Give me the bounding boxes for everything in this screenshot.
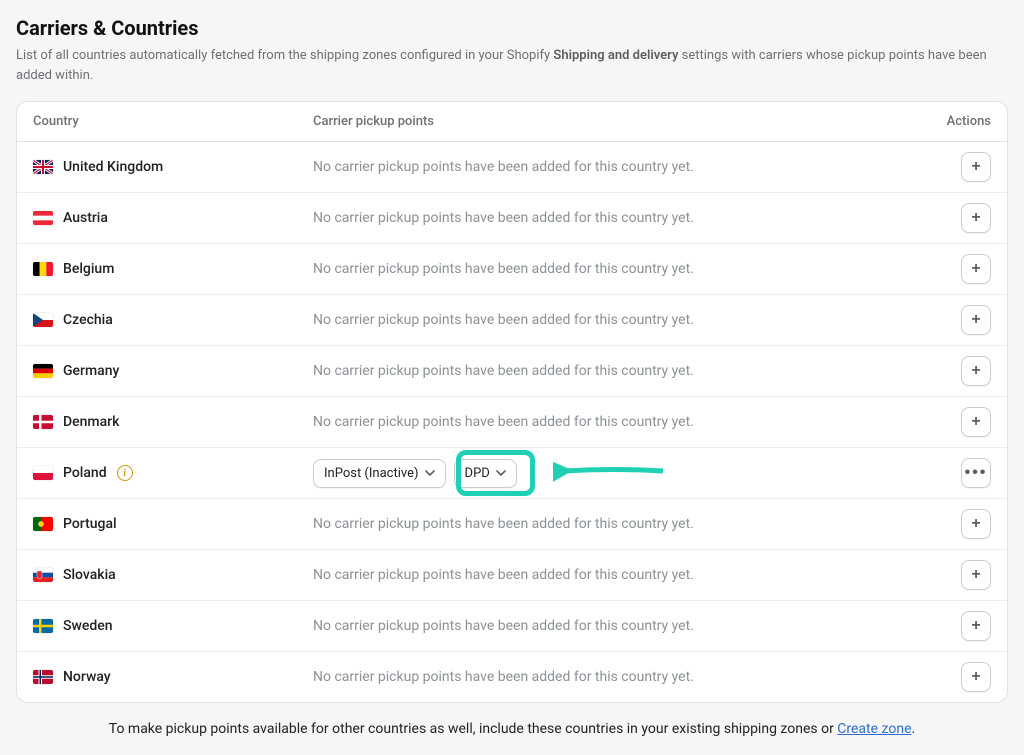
table-row: Sweden No carrier pickup points have bee… [17, 601, 1007, 652]
add-button[interactable]: + [961, 662, 991, 692]
flag-icon [33, 568, 53, 582]
desc-pre: List of all countries automatically fetc… [16, 48, 553, 63]
table-row: Austria No carrier pickup points have be… [17, 193, 1007, 244]
annotation-arrow [553, 456, 673, 490]
country-name: Norway [63, 669, 111, 685]
info-icon[interactable]: i [117, 465, 133, 481]
page-description: List of all countries automatically fetc… [16, 46, 996, 85]
country-cell-pl: Poland i [33, 465, 313, 481]
add-button[interactable]: + [961, 509, 991, 539]
empty-carrier-text: No carrier pickup points have been added… [313, 261, 694, 277]
country-cell-de: Germany [33, 363, 313, 379]
table-row: Germany No carrier pickup points have be… [17, 346, 1007, 397]
country-cell-sk: Slovakia [33, 567, 313, 583]
empty-carrier-text: No carrier pickup points have been added… [313, 516, 694, 532]
add-button[interactable]: + [961, 407, 991, 437]
flag-icon [33, 364, 53, 378]
empty-carrier-text: No carrier pickup points have been added… [313, 618, 694, 634]
add-button[interactable]: + [961, 203, 991, 233]
flag-icon [33, 211, 53, 225]
country-name: Austria [63, 210, 108, 226]
flag-icon [33, 415, 53, 429]
footer-note: To make pickup points available for othe… [16, 703, 1008, 739]
country-name: Slovakia [63, 567, 116, 583]
country-cell-no: Norway [33, 669, 313, 685]
country-cell-be: Belgium [33, 261, 313, 277]
footer-text: To make pickup points available for othe… [109, 721, 838, 737]
col-header-carrier: Carrier pickup points [313, 114, 911, 129]
empty-carrier-text: No carrier pickup points have been added… [313, 414, 694, 430]
empty-carrier-text: No carrier pickup points have been added… [313, 312, 694, 328]
table-row: Czechia No carrier pickup points have be… [17, 295, 1007, 346]
table-row: Slovakia No carrier pickup points have b… [17, 550, 1007, 601]
chevron-down-icon [425, 467, 435, 482]
add-button[interactable]: + [961, 152, 991, 182]
table-row: Poland i InPost (Inactive) DPD [17, 448, 1007, 499]
flag-icon [33, 670, 53, 684]
add-button[interactable]: + [961, 356, 991, 386]
country-name: Germany [63, 363, 119, 379]
empty-carrier-text: No carrier pickup points have been added… [313, 159, 694, 175]
more-actions-button[interactable]: ••• [961, 458, 991, 488]
chevron-down-icon [496, 467, 506, 482]
country-cell-at: Austria [33, 210, 313, 226]
desc-bold: Shipping and delivery [553, 48, 678, 63]
table-row: Norway No carrier pickup points have bee… [17, 652, 1007, 702]
country-cell-gb: United Kingdom [33, 159, 313, 175]
flag-icon [33, 262, 53, 276]
add-button[interactable]: + [961, 254, 991, 284]
flag-icon [33, 313, 53, 327]
col-header-country: Country [33, 114, 313, 129]
create-zone-link[interactable]: Create zone [837, 721, 911, 737]
empty-carrier-text: No carrier pickup points have been added… [313, 363, 694, 379]
country-cell-cz: Czechia [33, 312, 313, 328]
country-cell-pt: Portugal [33, 516, 313, 532]
footer-suffix: . [912, 721, 916, 737]
col-header-actions: Actions [911, 114, 991, 129]
country-name: Portugal [63, 516, 117, 532]
add-button[interactable]: + [961, 560, 991, 590]
countries-card: Country Carrier pickup points Actions Un… [16, 101, 1008, 703]
empty-carrier-text: No carrier pickup points have been added… [313, 210, 694, 226]
table-header: Country Carrier pickup points Actions [17, 102, 1007, 142]
country-name: Poland [63, 465, 107, 481]
carrier-chip-label: InPost (Inactive) [324, 466, 419, 481]
country-name: Denmark [63, 414, 119, 430]
add-button[interactable]: + [961, 305, 991, 335]
carrier-cell: InPost (Inactive) DPD [313, 459, 911, 488]
carrier-dropdown-inpost[interactable]: InPost (Inactive) [313, 459, 446, 488]
table-row: Belgium No carrier pickup points have be… [17, 244, 1007, 295]
country-cell-dk: Denmark [33, 414, 313, 430]
country-name: Sweden [63, 618, 113, 634]
empty-carrier-text: No carrier pickup points have been added… [313, 567, 694, 583]
carrier-chip-label: DPD [465, 466, 490, 481]
flag-icon [33, 466, 53, 480]
flag-icon [33, 619, 53, 633]
page-title: Carriers & Countries [16, 16, 1008, 40]
empty-carrier-text: No carrier pickup points have been added… [313, 669, 694, 685]
country-cell-se: Sweden [33, 618, 313, 634]
flag-icon [33, 160, 53, 174]
country-name: Czechia [63, 312, 113, 328]
country-name: Belgium [63, 261, 114, 277]
carrier-dropdown-dpd[interactable]: DPD [454, 459, 517, 488]
table-row: United Kingdom No carrier pickup points … [17, 142, 1007, 193]
add-button[interactable]: + [961, 611, 991, 641]
table-row: Denmark No carrier pickup points have be… [17, 397, 1007, 448]
table-row: Portugal No carrier pickup points have b… [17, 499, 1007, 550]
carrier-cell: No carrier pickup points have been added… [313, 159, 911, 175]
country-name: United Kingdom [63, 159, 163, 175]
flag-icon [33, 517, 53, 531]
